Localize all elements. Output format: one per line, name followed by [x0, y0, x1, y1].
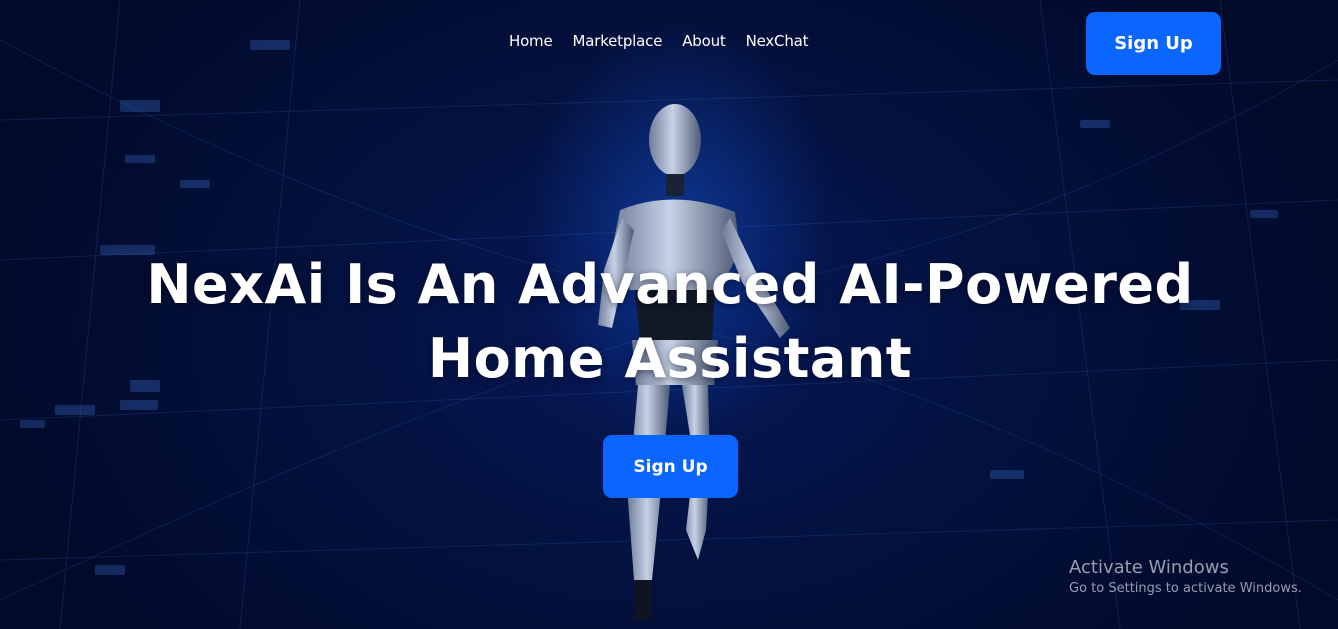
- windows-activation-watermark: Activate Windows Go to Settings to activ…: [1069, 557, 1302, 596]
- header-sign-up-button[interactable]: Sign Up: [1086, 12, 1221, 75]
- watermark-title: Activate Windows: [1069, 557, 1229, 578]
- main-navigation: Home Marketplace About NexChat: [509, 32, 809, 50]
- hero-headline: NexAi Is An Advanced AI-Powered Home Ass…: [120, 248, 1220, 396]
- hero-headline-line1: NexAi Is An Advanced AI-Powered: [146, 253, 1194, 316]
- nav-home-link[interactable]: Home: [509, 32, 553, 50]
- nav-marketplace-link[interactable]: Marketplace: [573, 32, 663, 50]
- nav-nexchat-link[interactable]: NexChat: [746, 32, 809, 50]
- hero-headline-line2: Home Assistant: [427, 327, 913, 390]
- watermark-subtitle: Go to Settings to activate Windows.: [1069, 581, 1302, 596]
- nav-about-link[interactable]: About: [682, 32, 726, 50]
- hero-sign-up-button[interactable]: Sign Up: [603, 435, 738, 498]
